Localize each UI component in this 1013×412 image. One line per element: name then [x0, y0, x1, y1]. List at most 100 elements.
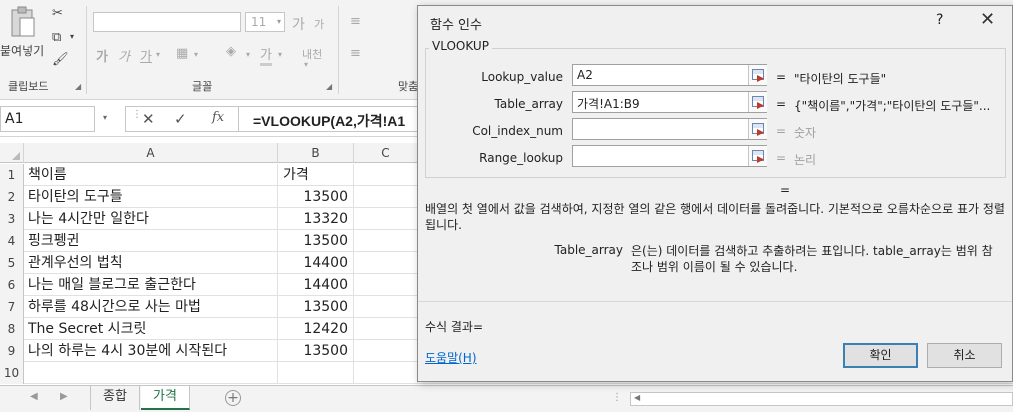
help-icon[interactable]: ?: [936, 12, 943, 28]
font-color-icon[interactable]: 가: [260, 44, 272, 66]
select-all-corner[interactable]: [0, 143, 24, 163]
cell-a6[interactable]: 나는 매일 블로그로 출근한다: [24, 274, 278, 296]
cell-b3[interactable]: 13320: [278, 208, 354, 230]
cut-icon[interactable]: ✂: [52, 6, 63, 21]
underline-dropdown-icon[interactable]: ▾: [156, 50, 160, 59]
phonetic-dropdown-icon[interactable]: ▾: [304, 60, 308, 69]
add-sheet-icon[interactable]: +: [225, 390, 241, 406]
horizontal-scrollbar[interactable]: ◀: [630, 392, 1013, 406]
help-link[interactable]: 도움말(H): [425, 349, 477, 366]
cell-c2[interactable]: [354, 186, 418, 208]
border-icon[interactable]: ▦: [176, 46, 188, 61]
cell-a8[interactable]: The Secret 시크릿: [24, 318, 278, 340]
align-left-icon[interactable]: ≡: [350, 46, 361, 61]
cell-a3[interactable]: 나는 4시간만 일한다: [24, 208, 278, 230]
cell-b6[interactable]: 14400: [278, 274, 354, 296]
dialog-divider: [418, 301, 1012, 302]
paste-label[interactable]: 붙여넣기: [0, 42, 44, 59]
arg-label-range-lookup: Range_lookup: [479, 151, 563, 165]
scroll-left-icon[interactable]: ◀: [634, 393, 640, 402]
collapse-dialog-icon[interactable]: [748, 119, 767, 139]
increase-font-icon[interactable]: 가: [292, 14, 305, 34]
cell-c7[interactable]: [354, 296, 418, 318]
range-lookup-input[interactable]: [572, 145, 767, 167]
align-top-icon[interactable]: ≡: [350, 14, 361, 29]
more-icon: ⋮: [132, 109, 142, 120]
font-color-dropdown-icon[interactable]: ▾: [278, 50, 282, 59]
row-header[interactable]: 3: [0, 208, 24, 230]
cell-a10[interactable]: [24, 362, 278, 384]
paste-icon[interactable]: [6, 6, 40, 38]
font-size-box[interactable]: 11 ▾: [245, 12, 285, 32]
lookup-value-input[interactable]: A2: [572, 64, 767, 86]
row-header[interactable]: 10: [0, 362, 24, 384]
column-header-c[interactable]: C: [354, 143, 418, 163]
underline-icon[interactable]: 가: [140, 46, 152, 65]
fill-color-dropdown-icon[interactable]: ▾: [246, 50, 250, 59]
font-name-box[interactable]: [93, 12, 241, 32]
row-header[interactable]: 2: [0, 186, 24, 208]
cell-b8[interactable]: 12420: [278, 318, 354, 340]
cell-c10[interactable]: [354, 362, 418, 384]
cell-a9[interactable]: 나의 하루는 4시 30분에 시작된다: [24, 340, 278, 362]
row-header[interactable]: 1: [0, 164, 24, 186]
cell-a1[interactable]: 책이름: [24, 164, 278, 186]
row-header[interactable]: 5: [0, 252, 24, 274]
name-box-dropdown-icon[interactable]: ▾: [103, 113, 107, 122]
italic-icon[interactable]: 가: [118, 46, 130, 65]
cell-a2[interactable]: 타이탄의 도구들: [24, 186, 278, 208]
bold-icon[interactable]: 가: [96, 46, 108, 65]
cell-b9[interactable]: 13500: [278, 340, 354, 362]
row-header[interactable]: 8: [0, 318, 24, 340]
row-header[interactable]: 4: [0, 230, 24, 252]
copy-dropdown-icon[interactable]: ▾: [70, 32, 74, 41]
collapse-dialog-icon[interactable]: [748, 92, 767, 112]
decrease-font-icon[interactable]: 가: [314, 16, 324, 32]
column-header-a[interactable]: A: [24, 143, 278, 163]
sheet-tab-summary[interactable]: 종합: [90, 386, 140, 410]
cell-b2[interactable]: 13500: [278, 186, 354, 208]
arg-label-lookup-value: Lookup_value: [481, 70, 563, 84]
tab-scroll-right-icon[interactable]: ▶: [60, 391, 68, 402]
enter-icon[interactable]: ✓: [174, 110, 187, 128]
name-box[interactable]: A1: [0, 106, 95, 132]
sheet-tab-price[interactable]: 가격: [141, 386, 190, 410]
arg-description: 은(는) 데이터를 검색하고 추출하려는 표입니다. table_array는 …: [631, 244, 993, 274]
tab-scroll-left-icon[interactable]: ◀: [30, 391, 38, 402]
cell-b5[interactable]: 14400: [278, 252, 354, 274]
fill-color-icon[interactable]: ◈: [226, 44, 236, 59]
font-size-dropdown-icon[interactable]: ▾: [277, 17, 281, 26]
ok-button[interactable]: 확인: [843, 343, 918, 368]
cell-b10[interactable]: [278, 362, 354, 384]
border-dropdown-icon[interactable]: ▾: [194, 50, 198, 59]
close-icon[interactable]: ✕: [980, 9, 995, 30]
collapse-dialog-icon[interactable]: [748, 146, 767, 166]
col-index-num-input[interactable]: [572, 118, 767, 140]
cell-c6[interactable]: [354, 274, 418, 296]
collapse-dialog-icon[interactable]: [748, 65, 767, 85]
cell-b4[interactable]: 13500: [278, 230, 354, 252]
clipboard-launcher-icon[interactable]: ◢: [75, 82, 81, 91]
cell-c5[interactable]: [354, 252, 418, 274]
cell-a5[interactable]: 관계우선의 법칙: [24, 252, 278, 274]
table-array-input[interactable]: 가격!A1:B9: [572, 91, 767, 113]
cancel-icon[interactable]: ✕: [142, 110, 155, 128]
row-header[interactable]: 7: [0, 296, 24, 318]
cancel-button[interactable]: 취소: [927, 343, 1002, 368]
cell-c9[interactable]: [354, 340, 418, 362]
row-header[interactable]: 6: [0, 274, 24, 296]
row-header[interactable]: 9: [0, 340, 24, 362]
cell-b7[interactable]: 13500: [278, 296, 354, 318]
cell-c3[interactable]: [354, 208, 418, 230]
font-launcher-icon[interactable]: ◢: [326, 82, 332, 91]
cell-c1[interactable]: [354, 164, 418, 186]
cell-c8[interactable]: [354, 318, 418, 340]
cell-b1[interactable]: 가격: [278, 164, 354, 186]
column-header-b[interactable]: B: [278, 143, 354, 163]
copy-icon[interactable]: ⧉: [52, 30, 61, 45]
insert-function-icon[interactable]: fx: [212, 110, 224, 125]
cell-a4[interactable]: 핑크펭귄: [24, 230, 278, 252]
format-painter-icon[interactable]: 🖌: [52, 52, 69, 67]
cell-c4[interactable]: [354, 230, 418, 252]
cell-a7[interactable]: 하루를 48시간으로 사는 마법: [24, 296, 278, 318]
